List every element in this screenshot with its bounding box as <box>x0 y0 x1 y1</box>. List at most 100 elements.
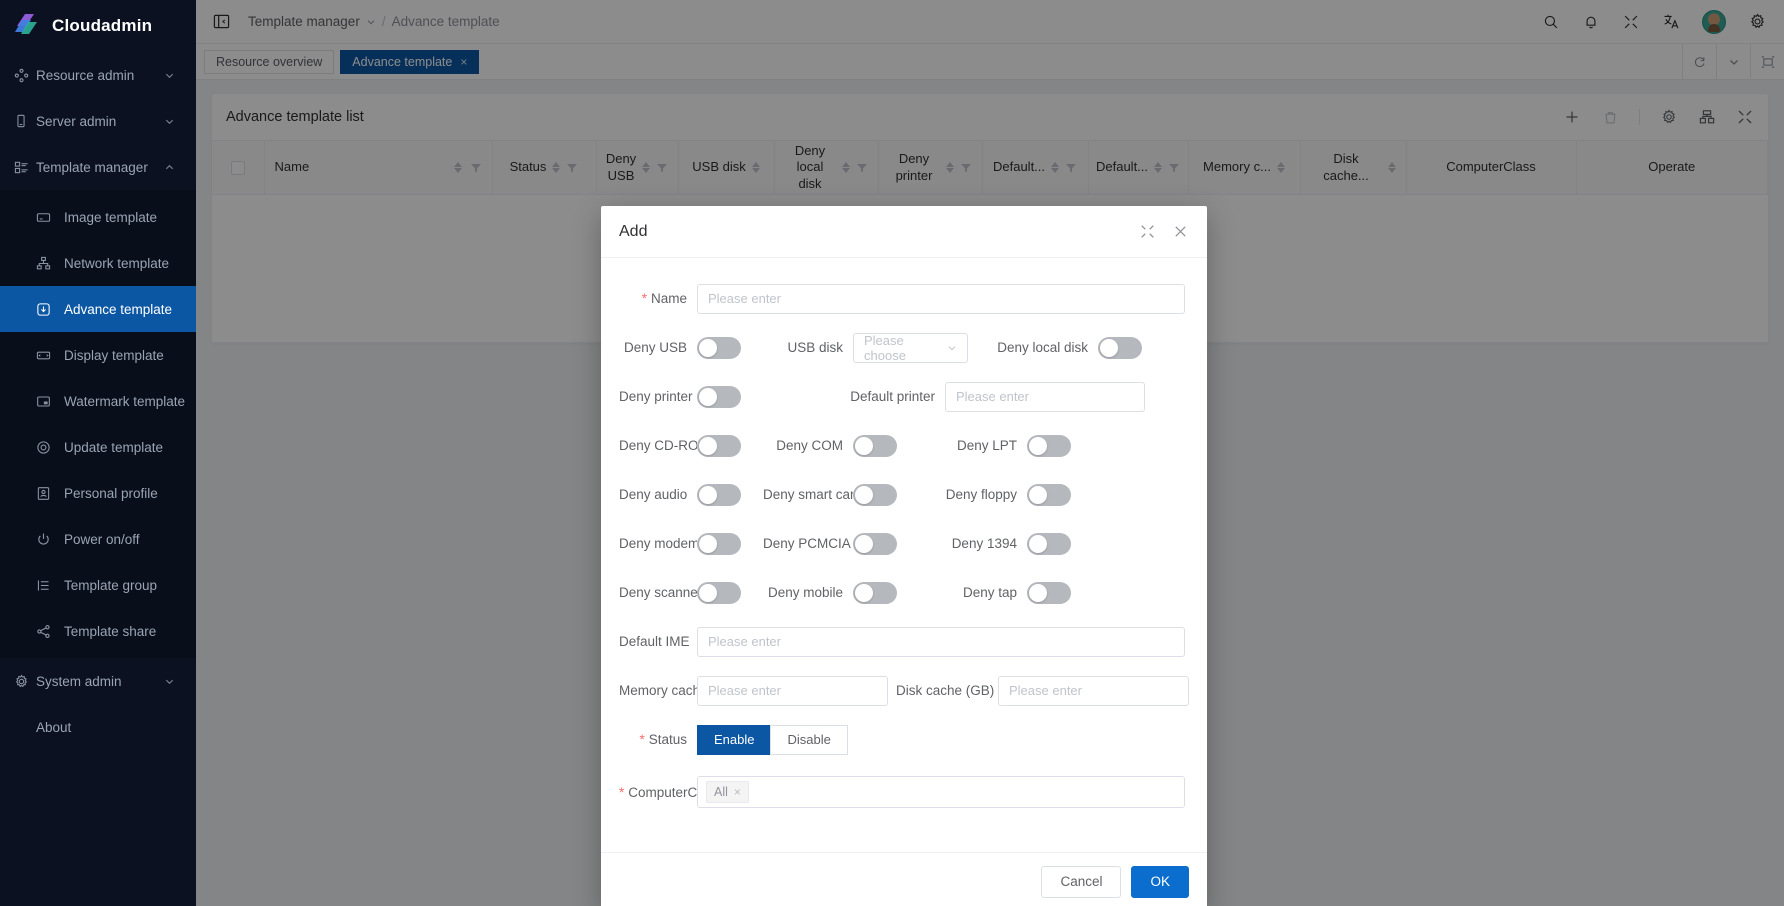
chevron-down-icon <box>164 70 178 81</box>
deny-pcmcia-toggle[interactable] <box>853 532 897 555</box>
default-ime-input[interactable]: Please enter <box>697 626 1185 657</box>
label-deny-floppy: Deny floppy <box>945 487 1017 502</box>
sidebar-item-update-template[interactable]: Update template <box>0 424 196 470</box>
label-deny-cdrom: Deny CD-ROM <box>619 438 697 453</box>
sidebar-item-label: Advance template <box>64 301 173 317</box>
deny-mobile-toggle[interactable] <box>853 581 897 604</box>
deny-cdrom-toggle[interactable] <box>697 434 741 457</box>
deny-audio-toggle[interactable] <box>697 483 741 506</box>
expand-icon[interactable] <box>1139 223 1156 240</box>
deny-scanner-toggle[interactable] <box>697 581 741 604</box>
label-name: Name <box>619 291 697 306</box>
form-row-scanner-mobile-tap: Deny scanner Deny mobile Deny tap <box>601 568 1207 617</box>
toggle-knob <box>699 387 717 406</box>
tag-label: All <box>714 785 728 799</box>
form-row-printer: Deny printer Default printer Please ente… <box>601 372 1207 421</box>
update-template-icon <box>36 440 54 455</box>
toggle-knob <box>1029 436 1047 455</box>
chevron-down-icon <box>164 676 178 687</box>
deny-1394-toggle[interactable] <box>1027 532 1071 555</box>
default-printer-placeholder: Please enter <box>956 389 1029 404</box>
sidebar-group-template-manager[interactable]: Template manager <box>0 144 196 190</box>
label-usb-disk: USB disk <box>787 340 843 355</box>
sidebar-item-template-share[interactable]: Template share <box>0 608 196 654</box>
form-row-cdrom-com-lpt: Deny CD-ROM Deny COM Deny LPT <box>601 421 1207 470</box>
deny-floppy-toggle[interactable] <box>1027 483 1071 506</box>
deny-modem-toggle[interactable] <box>697 532 741 555</box>
name-input[interactable]: Please enter <box>697 283 1185 314</box>
sidebar-group-resource-admin[interactable]: Resource admin <box>0 52 196 98</box>
sidebar-item-network-template[interactable]: Network template <box>0 240 196 286</box>
display-template-icon <box>36 348 54 363</box>
cloudadmin-logo-icon <box>14 12 42 40</box>
label-computerclass: ComputerClas <box>619 785 697 800</box>
status-disable-button[interactable]: Disable <box>770 724 848 755</box>
label-deny-mobile: Deny mobile <box>767 585 843 600</box>
dialog-footer: Cancel OK <box>601 852 1207 906</box>
computerclass-select[interactable]: All × <box>697 776 1185 808</box>
app-root: Cloudadmin Resource admin Server admin T… <box>0 0 1784 906</box>
sidebar-item-advance-template[interactable]: Advance template <box>0 286 196 332</box>
close-icon[interactable] <box>1172 223 1189 240</box>
sidebar-group-label: Resource admin <box>36 67 135 83</box>
dialog-header-icons <box>1139 223 1189 240</box>
deny-local-disk-toggle[interactable] <box>1098 336 1142 359</box>
label-deny-smart-card: Deny smart card <box>763 487 853 502</box>
deny-com-toggle[interactable] <box>853 434 897 457</box>
deny-usb-toggle[interactable] <box>697 336 741 359</box>
label-deny-tap: Deny tap <box>962 585 1017 600</box>
brand[interactable]: Cloudadmin <box>0 0 196 52</box>
label-deny-com: Deny COM <box>776 438 843 453</box>
sidebar-group-system-admin[interactable]: System admin <box>0 658 196 704</box>
sidebar-group-server-admin[interactable]: Server admin <box>0 98 196 144</box>
toggle-knob <box>855 534 873 553</box>
sidebar-item-template-group[interactable]: Template group <box>0 562 196 608</box>
status-enable-button[interactable]: Enable <box>697 724 771 755</box>
sidebar-item-about[interactable]: About <box>0 704 196 750</box>
deny-lpt-toggle[interactable] <box>1027 434 1071 457</box>
label-deny-pcmcia: Deny PCMCIA <box>763 536 851 551</box>
label-deny-local-disk: Deny local disk <box>997 340 1088 355</box>
sidebar-item-watermark-template[interactable]: Watermark template <box>0 378 196 424</box>
status-radio-group: Enable Disable <box>697 724 848 755</box>
form-row-cache: Memory cache ( Please enter Disk cache (… <box>601 666 1207 715</box>
deny-tap-toggle[interactable] <box>1027 581 1071 604</box>
network-template-icon <box>36 256 54 271</box>
image-template-icon <box>36 210 54 225</box>
form-row-audio-smartcard-floppy: Deny audio Deny smart card Deny floppy <box>601 470 1207 519</box>
sidebar-item-label: Template group <box>64 577 158 593</box>
deny-printer-toggle[interactable] <box>697 385 741 408</box>
ok-button[interactable]: OK <box>1131 865 1189 898</box>
label-default-ime: Default IME <box>619 634 690 649</box>
sidebar-item-label: Power on/off <box>64 531 140 547</box>
label-status: Status <box>619 732 697 747</box>
advance-template-icon <box>36 302 54 317</box>
sidebar-item-label: Personal profile <box>64 485 158 501</box>
form-row-name: Name Please enter <box>601 274 1207 323</box>
sidebar-item-display-template[interactable]: Display template <box>0 332 196 378</box>
sidebar-item-image-template[interactable]: Image template <box>0 194 196 240</box>
disk-cache-input[interactable]: Please enter <box>998 675 1189 706</box>
toggle-knob <box>699 436 717 455</box>
toggle-knob <box>1029 534 1047 553</box>
deny-smart-card-toggle[interactable] <box>853 483 897 506</box>
default-printer-input[interactable]: Please enter <box>945 381 1145 412</box>
label-deny-printer: Deny printer <box>619 389 693 404</box>
toggle-knob <box>1100 338 1118 357</box>
tag-remove-icon[interactable]: × <box>734 785 741 799</box>
template-group-icon <box>36 578 54 593</box>
sidebar-item-personal-profile[interactable]: Personal profile <box>0 470 196 516</box>
sidebar-submenu-template-manager: Image template Network template Advance … <box>0 190 196 658</box>
form-row-status: Status Enable Disable <box>601 715 1207 764</box>
cancel-button[interactable]: Cancel <box>1041 865 1122 898</box>
memory-cache-input[interactable]: Please enter <box>697 675 888 706</box>
label-memory-cache: Memory cache ( <box>619 683 697 698</box>
usb-disk-select[interactable]: Please choose <box>853 332 968 363</box>
form-bottom-spacer <box>601 820 1207 846</box>
add-dialog: Add Name Please enter Deny US <box>601 206 1207 906</box>
label-deny-1394: Deny 1394 <box>951 536 1017 551</box>
sidebar-item-power-on-off[interactable]: Power on/off <box>0 516 196 562</box>
label-deny-audio: Deny audio <box>619 487 688 502</box>
share-icon <box>36 624 54 639</box>
sidebar-group-label: System admin <box>36 673 122 689</box>
